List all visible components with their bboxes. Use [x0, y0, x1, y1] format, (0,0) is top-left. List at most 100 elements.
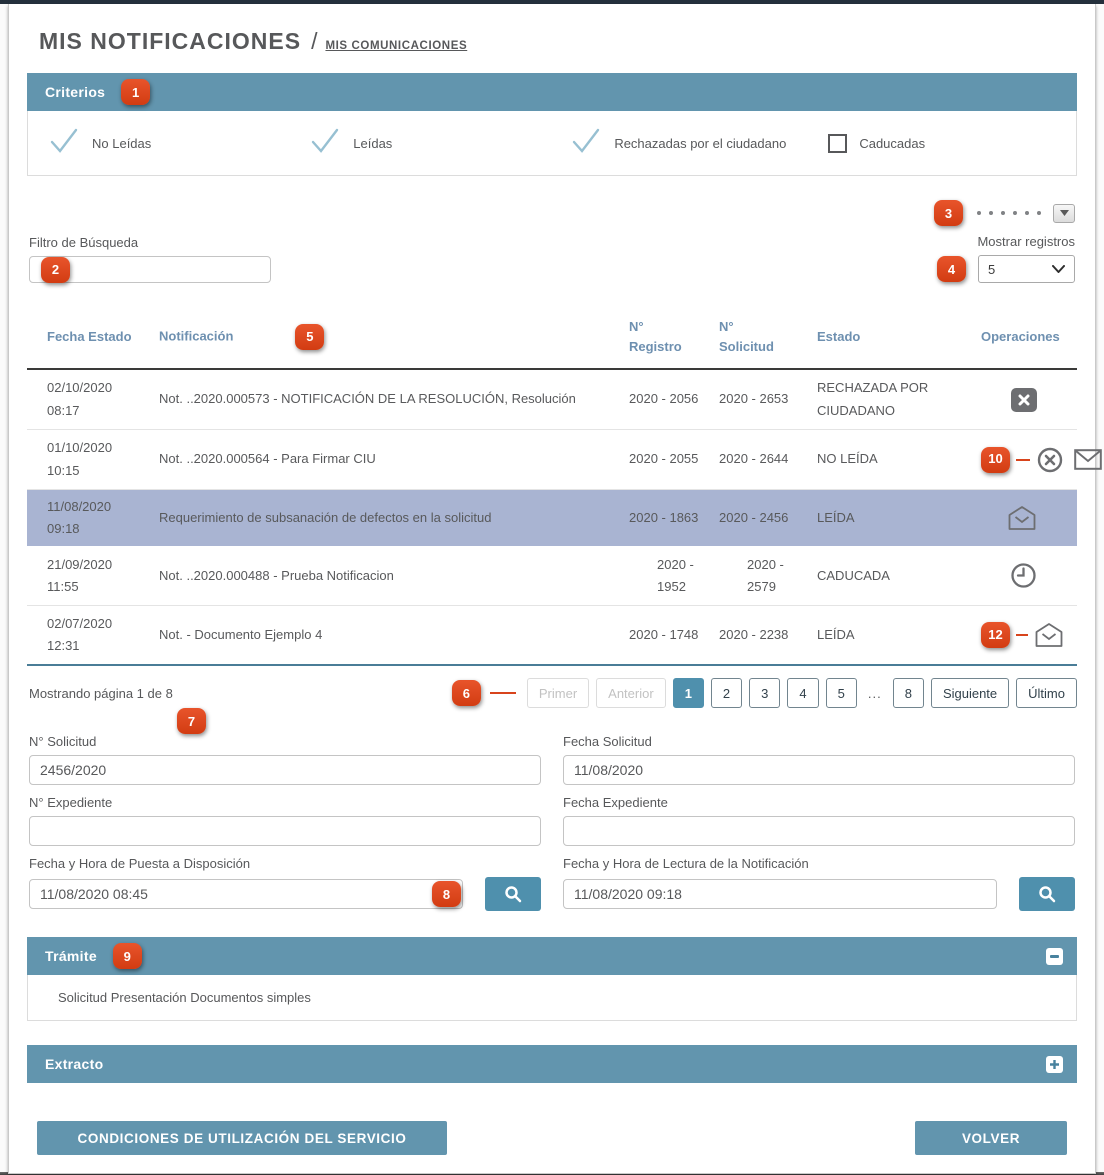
col-header-solicitud[interactable]: N° Solicitud	[701, 317, 801, 356]
expediente-label: N° Expediente	[29, 795, 541, 810]
columns-dropdown-button[interactable]	[1053, 204, 1075, 223]
checkbox-label: Caducadas	[859, 136, 925, 151]
pager-page-1[interactable]: 1	[673, 678, 704, 708]
pager-page-5[interactable]: 5	[826, 678, 857, 708]
col-header-estado[interactable]: Estado	[801, 329, 961, 344]
callout-10: 10	[981, 447, 1010, 473]
solicitud-label: N° Solicitud	[29, 734, 541, 749]
filter-block: Filtro de Búsqueda 2	[29, 235, 271, 283]
collapse-minus-icon[interactable]	[1046, 948, 1063, 965]
status-badge: CADUCADA	[801, 565, 961, 587]
list-controls: Filtro de Búsqueda 2 3 Mostrar registros…	[27, 200, 1077, 283]
pager-last-button[interactable]: Último	[1016, 678, 1077, 708]
tramite-panel-body: Solicitud Presentación Documentos simple…	[27, 975, 1077, 1021]
pager-next-button[interactable]: Siguiente	[931, 678, 1009, 708]
table-row[interactable]: 02/10/2020 08:17 Not. ..2020.000573 - NO…	[27, 370, 1077, 430]
callout-2: 2	[41, 257, 70, 283]
pagination-row: Mostrando página 1 de 8 6 Primer Anterio…	[27, 678, 1077, 708]
lectura-field[interactable]	[563, 879, 997, 909]
table-row[interactable]: 21/09/2020 11:55 Not. ..2020.000488 - Pr…	[27, 546, 1077, 606]
pager-prev-button[interactable]: Anterior	[596, 678, 666, 708]
check-icon	[48, 127, 80, 159]
pager: 6 Primer Anterior 1 2 3 4 5 ... 8 Siguie…	[452, 678, 1077, 708]
check-icon	[309, 127, 341, 159]
extracto-title: Extracto	[45, 1056, 103, 1072]
checkbox-label: Leídas	[353, 136, 392, 151]
breadcrumb-separator: /	[311, 28, 317, 55]
callout-1: 1	[121, 79, 150, 105]
table-header-row: Fecha Estado Notificación5 N° Registro N…	[27, 311, 1077, 370]
table-row[interactable]: 01/10/2020 10:15 Not. ..2020.000564 - Pa…	[27, 430, 1077, 490]
envelope-closed-icon[interactable]	[1074, 449, 1102, 470]
notification-detail-form: 7 N° Solicitud Fecha Solicitud N° Expedi…	[27, 724, 1077, 911]
solicitud-field[interactable]	[29, 755, 541, 785]
col-header-notificacion[interactable]: Notificación5	[139, 324, 609, 350]
lectura-label: Fecha y Hora de Lectura de la Notificaci…	[563, 856, 1075, 871]
pager-page-2[interactable]: 2	[711, 678, 742, 708]
rejected-x-square-icon[interactable]	[1011, 388, 1037, 412]
column-dots-icon	[977, 211, 1041, 215]
tramite-panel-header[interactable]: Trámite 9	[27, 937, 1077, 975]
mostrar-registros-select[interactable]: 5	[978, 255, 1075, 283]
checkbox-label: Rechazadas por el ciudadano	[614, 136, 786, 151]
pager-page-4[interactable]: 4	[787, 678, 818, 708]
filter-label: Filtro de Búsqueda	[29, 235, 271, 250]
callout-6: 6	[452, 680, 481, 706]
puesta-disposicion-label: Fecha y Hora de Puesta a Disposición	[29, 856, 541, 871]
tramite-title: Trámite	[45, 948, 97, 964]
table-row[interactable]: 02/07/2020 12:31 Not. - Documento Ejempl…	[27, 606, 1077, 666]
pager-page-3[interactable]: 3	[749, 678, 780, 708]
criterios-title: Criterios	[45, 84, 105, 100]
criterios-panel: Criterios 1 No Leídas Leídas Rechazadas …	[27, 73, 1077, 176]
fecha-expediente-label: Fecha Expediente	[563, 795, 1075, 810]
checkbox-no-leidas[interactable]: No Leídas	[48, 127, 151, 159]
circle-x-icon[interactable]	[1036, 446, 1064, 474]
envelope-open-icon[interactable]	[1034, 622, 1064, 648]
fecha-expediente-field[interactable]	[563, 816, 1075, 846]
search-puesta-disposicion-button[interactable]	[485, 877, 541, 911]
checkbox-caducadas[interactable]: Caducadas	[828, 134, 925, 153]
status-badge: LEÍDA	[801, 507, 961, 529]
check-icon	[570, 127, 602, 159]
col-header-operaciones: Operaciones	[961, 329, 1100, 344]
page-title: MIS NOTIFICACIONES	[39, 28, 301, 55]
tramite-content: Solicitud Presentación Documentos simple…	[58, 990, 311, 1005]
notifications-table: Fecha Estado Notificación5 N° Registro N…	[27, 311, 1077, 666]
criterios-panel-body: No Leídas Leídas Rechazadas por el ciuda…	[27, 111, 1077, 176]
puesta-disposicion-field[interactable]	[29, 879, 463, 909]
fecha-solicitud-label: Fecha Solicitud	[563, 734, 1075, 749]
callout-12: 12	[981, 622, 1010, 648]
callout-5: 5	[295, 324, 324, 350]
pager-ellipsis: ...	[868, 686, 882, 701]
breadcrumb: MIS NOTIFICACIONES / MIS COMUNICACIONES	[39, 28, 1077, 55]
condiciones-button[interactable]: CONDICIONES DE UTILIZACIÓN DEL SERVICIO	[37, 1121, 447, 1155]
footer-actions: CONDICIONES DE UTILIZACIÓN DEL SERVICIO …	[27, 1121, 1077, 1157]
pager-page-8[interactable]: 8	[893, 678, 924, 708]
checkbox-rechazadas[interactable]: Rechazadas por el ciudadano	[570, 127, 786, 159]
checkbox-label: No Leídas	[92, 136, 151, 151]
callout-connector	[1016, 459, 1030, 461]
volver-button[interactable]: VOLVER	[915, 1121, 1067, 1155]
extracto-panel: Extracto	[27, 1045, 1077, 1083]
checkbox-unchecked-icon	[828, 134, 847, 153]
extracto-panel-header[interactable]: Extracto	[27, 1045, 1077, 1083]
envelope-open-icon[interactable]	[1007, 505, 1037, 531]
expediente-field[interactable]	[29, 816, 541, 846]
fecha-solicitud-field[interactable]	[563, 755, 1075, 785]
checkbox-leidas[interactable]: Leídas	[309, 127, 392, 159]
col-header-registro[interactable]: N° Registro	[609, 317, 701, 356]
col-header-fecha-estado[interactable]: Fecha Estado	[27, 329, 139, 344]
page-summary: Mostrando página 1 de 8	[27, 686, 173, 701]
search-lectura-button[interactable]	[1019, 877, 1075, 911]
pager-first-button[interactable]: Primer	[527, 678, 589, 708]
expand-plus-icon[interactable]	[1046, 1056, 1063, 1073]
search-icon	[1038, 885, 1056, 903]
callout-4: 4	[937, 256, 966, 282]
clock-icon[interactable]	[1010, 562, 1037, 589]
callout-7: 7	[177, 708, 206, 734]
mostrar-registros-label: Mostrar registros	[977, 234, 1075, 249]
table-row-selected[interactable]: 11/08/2020 09:18 Requerimiento de subsan…	[27, 490, 1077, 546]
callout-9: 9	[113, 943, 142, 969]
mis-comunicaciones-link[interactable]: MIS COMUNICACIONES	[325, 40, 467, 52]
status-badge: NO LEÍDA	[801, 448, 961, 470]
